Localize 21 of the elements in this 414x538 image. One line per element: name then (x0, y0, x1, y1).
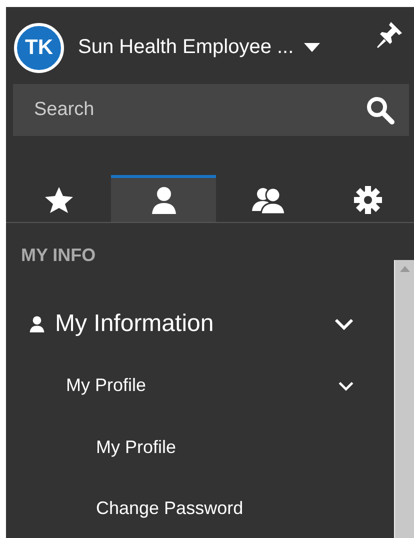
menu-item[interactable]: My Profile (6, 354, 394, 417)
menu-label: My Profile (66, 375, 148, 396)
avatar[interactable]: TK (14, 22, 64, 72)
workspace-name[interactable]: Sun Health Employee ... (78, 36, 294, 59)
menu-label: My Information (55, 310, 215, 338)
pin-icon[interactable] (374, 20, 404, 50)
chevron-icon[interactable] (334, 318, 354, 330)
star-icon (44, 186, 74, 214)
chevron-icon[interactable] (338, 380, 354, 390)
section-title: MY INFO (20, 244, 97, 267)
caret-icon[interactable] (304, 43, 320, 52)
menu-item[interactable]: My Profile (6, 417, 394, 478)
menu-item[interactable]: Change Password (6, 478, 394, 538)
tab[interactable] (111, 175, 216, 222)
person-icon (28, 314, 46, 332)
search-icon[interactable] (365, 95, 395, 125)
gear-icon (352, 185, 382, 215)
search-field[interactable]: Search (13, 84, 409, 136)
people-icon (250, 186, 286, 214)
menu-item[interactable]: My Information (6, 293, 394, 354)
scrollbar[interactable] (394, 260, 414, 538)
